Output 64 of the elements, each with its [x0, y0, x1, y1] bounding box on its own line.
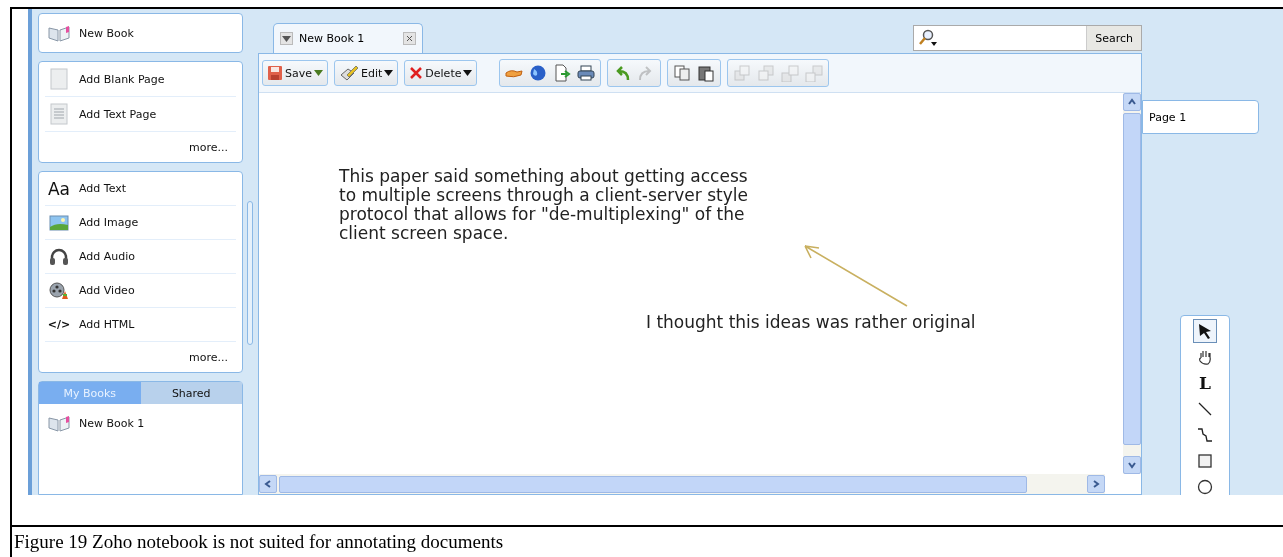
- figure-caption: Figure 19 Zoho notebook is not suited for annotating documents: [10, 525, 1283, 557]
- chevron-left-icon: [263, 479, 273, 489]
- sidebar-item[interactable]: Add Audio: [45, 240, 236, 274]
- splitter-handle[interactable]: [247, 201, 253, 345]
- chevron-down-icon: [1127, 460, 1137, 470]
- layers-icon: [757, 64, 776, 82]
- new-book-item[interactable]: New Book: [45, 14, 236, 52]
- sidebar-item[interactable]: Add Video: [45, 274, 236, 308]
- toolbar-menu-button[interactable]: Delete: [404, 60, 478, 86]
- film-reel-icon: [49, 281, 69, 300]
- glyph-icon: </>: [47, 318, 71, 331]
- close-icon: [406, 35, 413, 42]
- book-icon: [47, 414, 71, 432]
- search-icon: [918, 29, 939, 47]
- blank-page-icon: [50, 68, 68, 90]
- note-text: This paper said something about getting access to multiple screens through a client-server style protocol that allows for "de-multiplexing" of the client screen space.: [339, 167, 748, 243]
- caret-icon: [463, 70, 473, 76]
- chevron-up-icon: [1127, 97, 1137, 107]
- caret-icon: [282, 35, 291, 42]
- layers-icon: [733, 64, 752, 82]
- more-link[interactable]: more...: [45, 132, 236, 162]
- glyph-icon: Aa: [47, 178, 70, 199]
- document-tab[interactable]: New Book 1: [273, 23, 423, 53]
- printer-icon: [577, 64, 596, 82]
- search-field[interactable]: Search: [913, 25, 1142, 51]
- caret-icon: [384, 70, 394, 76]
- tool-button[interactable]: L: [1193, 371, 1217, 395]
- text-tool-glyph: L: [1199, 373, 1211, 393]
- book-icon: [47, 24, 71, 42]
- pointer-icon: [1197, 323, 1213, 339]
- sidebar-item[interactable]: Add Blank Page: [45, 62, 236, 97]
- line-icon: [1197, 401, 1213, 417]
- scroll-thumb[interactable]: [279, 475, 1027, 493]
- globe-icon: [529, 64, 548, 82]
- clipboard-icon: [697, 64, 716, 82]
- tab-menu-button[interactable]: [280, 32, 293, 45]
- curve-icon: [1197, 427, 1213, 443]
- export-icon: [553, 64, 572, 82]
- horizontal-scrollbar[interactable]: [259, 474, 1105, 494]
- toolbar-menu-button[interactable]: Save: [262, 60, 328, 86]
- text-page-icon: [50, 103, 68, 125]
- layers-icon: [805, 64, 824, 82]
- caret-icon: [314, 70, 323, 76]
- books-tab[interactable]: Shared: [140, 382, 242, 404]
- sidebar-item[interactable]: </> Add HTML: [45, 308, 236, 342]
- headphones-icon: [49, 247, 69, 266]
- pencil-icon: [339, 65, 359, 81]
- layers-icon: [781, 64, 800, 82]
- cross-icon: [409, 66, 424, 80]
- search-button[interactable]: Search: [1086, 26, 1141, 50]
- copy-icon: [673, 64, 692, 82]
- toolbar-menu-button[interactable]: Edit: [334, 60, 399, 86]
- tool-button[interactable]: [1193, 319, 1217, 343]
- sidebar-item[interactable]: Aa Add Text: [45, 172, 236, 206]
- page-thumbnail[interactable]: Page 1: [1142, 100, 1259, 134]
- sidebar-item[interactable]: Add Image: [45, 206, 236, 240]
- chevron-right-icon: [1091, 479, 1101, 489]
- book-item[interactable]: New Book 1: [45, 404, 236, 442]
- image-icon: [49, 213, 69, 232]
- sidebar-item[interactable]: Add Text Page: [45, 97, 236, 132]
- close-tab-button[interactable]: [403, 32, 416, 45]
- rectangle-icon: [1197, 453, 1213, 469]
- note-text: I thought this ideas was rather original: [646, 313, 976, 332]
- more-link[interactable]: more...: [45, 342, 236, 372]
